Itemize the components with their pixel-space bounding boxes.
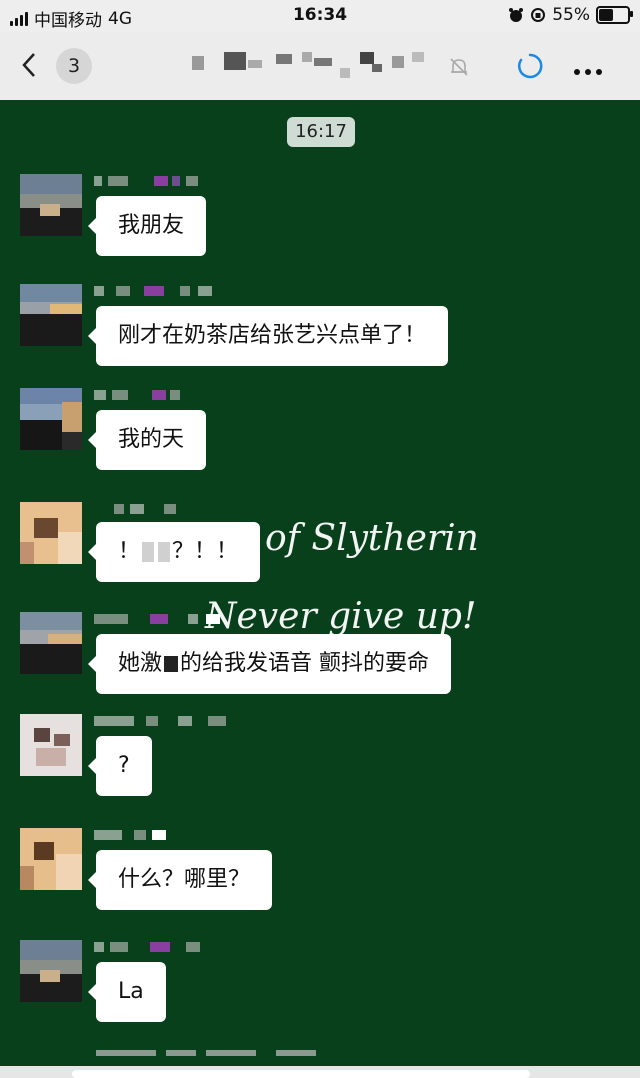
message-bubble[interactable]: La: [88, 962, 166, 1022]
message-text: 刚才在奶茶店给张艺兴点单了！: [118, 323, 427, 348]
status-bar: 中国移动 4G 16:34 55%: [0, 0, 640, 32]
sender-name-blurred: [94, 284, 234, 300]
avatar[interactable]: [20, 284, 82, 346]
chat-header: 3: [0, 32, 640, 100]
message-input[interactable]: [72, 1070, 530, 1078]
sender-name-blurred: [94, 940, 234, 956]
message-text: ?: [118, 753, 130, 778]
message-text: 什么？哪里？: [118, 867, 251, 892]
sender-name-blurred: [94, 388, 234, 404]
chevron-left-icon[interactable]: [22, 52, 36, 78]
avatar[interactable]: [20, 388, 82, 450]
next-message-name-blurred: [96, 1050, 356, 1060]
message-text: La: [118, 979, 144, 1004]
message-bubble[interactable]: 什么？哪里？: [87, 850, 273, 910]
avatar[interactable]: [20, 714, 82, 776]
message-bubble[interactable]: 刚才在奶茶店给张艺兴点单了！: [87, 306, 449, 366]
battery-icon: [596, 6, 633, 24]
sender-name-blurred: [94, 174, 234, 190]
message-input-bar[interactable]: [0, 1066, 640, 1078]
avatar[interactable]: [20, 940, 82, 1002]
sender-name-blurred: [94, 612, 234, 628]
message-bubble[interactable]: 我的天: [87, 410, 207, 470]
sender-name-blurred: [94, 828, 234, 844]
message-bubble[interactable]: ！ ？！！: [87, 522, 261, 582]
redaction-mark: [142, 542, 155, 562]
more-icon[interactable]: [574, 60, 608, 75]
redaction-mark: [158, 542, 171, 562]
avatar[interactable]: [20, 174, 82, 236]
unread-count-badge[interactable]: 3: [56, 48, 92, 84]
battery-percent: 55%: [552, 5, 590, 25]
chalkboard-text-line-2: Never give up!: [205, 596, 477, 637]
redaction-mark: [164, 656, 179, 672]
sender-name-blurred: [94, 502, 234, 518]
chat-message-list[interactable]: ident of Slytherin Never give up! 16:17 …: [0, 100, 640, 1078]
message-text-part-2: ？！！: [172, 539, 239, 564]
avatar[interactable]: [20, 502, 82, 564]
message-timestamp: 16:17: [287, 117, 355, 147]
avatar[interactable]: [20, 828, 82, 890]
message-bubble[interactable]: 我朋友: [87, 196, 207, 256]
message-text: 我朋友: [118, 213, 185, 238]
chat-title-blurred: [192, 50, 442, 80]
sender-name-blurred: [94, 714, 234, 730]
alarm-icon: [509, 8, 524, 22]
status-ring-icon[interactable]: [516, 52, 544, 80]
mute-bell-icon: [450, 58, 468, 76]
message-text-part-1: ！: [118, 539, 141, 564]
message-text-part-1: 她激: [118, 651, 163, 676]
rotation-lock-icon: [531, 8, 546, 22]
avatar[interactable]: [20, 612, 82, 674]
message-bubble[interactable]: ?: [88, 736, 152, 796]
message-text: 我的天: [118, 427, 185, 452]
message-bubble[interactable]: 她激 的给我发语音 颤抖的要命: [87, 634, 452, 694]
message-text-part-2: 的给我发语音 颤抖的要命: [180, 651, 430, 676]
